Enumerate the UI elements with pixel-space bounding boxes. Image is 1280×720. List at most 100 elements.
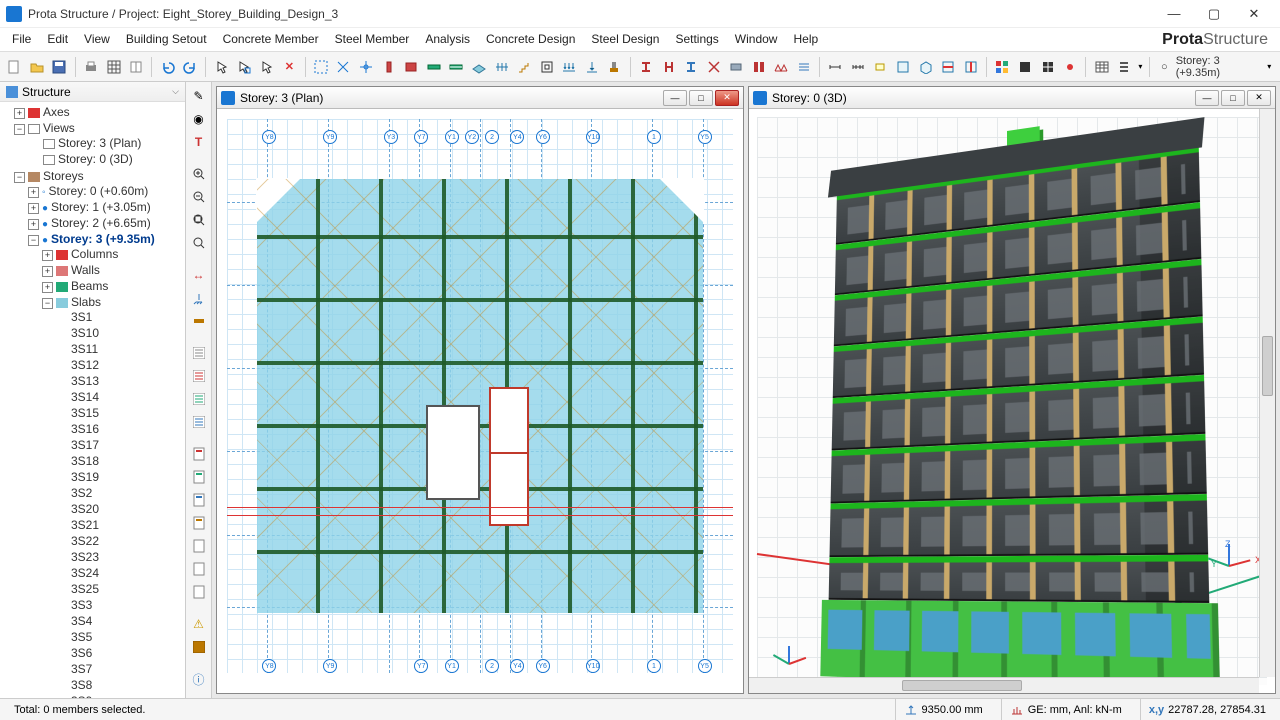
tree-slab-item[interactable]: 3S13 (56, 373, 185, 389)
tree-beams[interactable]: +Beams (42, 278, 185, 294)
vis1-icon[interactable] (1015, 56, 1036, 78)
steel-brace-icon[interactable] (703, 56, 724, 78)
layers-icon[interactable] (992, 56, 1013, 78)
tree-slab-item[interactable]: 3S16 (56, 421, 185, 437)
tree-slab-item[interactable]: 3S14 (56, 389, 185, 405)
report3-icon[interactable] (189, 490, 209, 510)
beam2-icon[interactable] (446, 56, 467, 78)
tree-slab-item[interactable]: 3S6 (56, 645, 185, 661)
chevron-down-icon[interactable]: ⌵ (172, 86, 179, 97)
report1-icon[interactable] (189, 444, 209, 464)
list2-icon[interactable] (189, 366, 209, 386)
dim2-icon[interactable] (848, 56, 869, 78)
print-icon[interactable] (81, 56, 102, 78)
plan-close-button[interactable]: ✕ (715, 90, 739, 106)
menu-building-setout[interactable]: Building Setout (118, 28, 215, 51)
3d-hscrollbar[interactable] (749, 677, 1259, 693)
column-icon[interactable] (378, 56, 399, 78)
book-icon[interactable] (126, 56, 147, 78)
tree-storey-item[interactable]: +◦Storey: 0 (+0.60m) (28, 183, 185, 199)
menu-view[interactable]: View (76, 28, 118, 51)
save-icon[interactable] (49, 56, 70, 78)
menu-concrete-design[interactable]: Concrete Design (478, 28, 583, 51)
3d-view-titlebar[interactable]: Storey: 0 (3D) — □ ✕ (749, 87, 1275, 109)
section-icon[interactable] (938, 56, 959, 78)
3d-close-button[interactable]: ✕ (1247, 90, 1271, 106)
tree-slab-item[interactable]: 3S5 (56, 629, 185, 645)
3d-view-canvas[interactable]: X Y Z (749, 109, 1275, 693)
support-icon[interactable] (189, 288, 209, 308)
3d-min-button[interactable]: — (1195, 90, 1219, 106)
label-icon[interactable] (870, 56, 891, 78)
tree-slab-item[interactable]: 3S20 (56, 501, 185, 517)
tree-slab-item[interactable]: 3S9 (56, 693, 185, 698)
tree-slab-item[interactable]: 3S22 (56, 533, 185, 549)
elev-icon[interactable] (961, 56, 982, 78)
pencil-icon[interactable]: ✎ (189, 86, 209, 106)
zoom-window-icon[interactable] (189, 233, 209, 253)
menu-concrete-member[interactable]: Concrete Member (215, 28, 327, 51)
compass-icon[interactable]: ◉ (189, 109, 209, 129)
open-icon[interactable] (27, 56, 48, 78)
axis-icon[interactable] (311, 56, 332, 78)
minimize-button[interactable]: — (1154, 1, 1194, 27)
steel-i-icon[interactable] (636, 56, 657, 78)
menu-steel-member[interactable]: Steel Member (327, 28, 418, 51)
tree-slab-item[interactable]: 3S7 (56, 661, 185, 677)
menu-edit[interactable]: Edit (39, 28, 76, 51)
menu-settings[interactable]: Settings (667, 28, 726, 51)
list4-icon[interactable] (189, 412, 209, 432)
report4-icon[interactable] (189, 513, 209, 533)
cancel-icon[interactable]: ✕ (279, 56, 300, 78)
cursor-alt-icon[interactable] (257, 56, 278, 78)
grid-icon[interactable] (103, 56, 124, 78)
tree-view-item[interactable]: Storey: 3 (Plan) (28, 135, 185, 151)
steel-purlin-icon[interactable] (794, 56, 815, 78)
steel-i2-icon[interactable] (681, 56, 702, 78)
tree-slab-item[interactable]: 3S15 (56, 405, 185, 421)
vis2-icon[interactable] (1037, 56, 1058, 78)
menu-help[interactable]: Help (785, 28, 826, 51)
undo-icon[interactable] (157, 56, 178, 78)
point-load-icon[interactable] (582, 56, 603, 78)
new-icon[interactable] (4, 56, 25, 78)
tree-header[interactable]: Structure ⌵ (0, 82, 185, 102)
beam-icon[interactable] (424, 56, 445, 78)
redo-icon[interactable] (180, 56, 201, 78)
axis2-icon[interactable] (333, 56, 354, 78)
steel-conn-icon[interactable] (749, 56, 770, 78)
list1-icon[interactable] (189, 343, 209, 363)
menu-analysis[interactable]: Analysis (417, 28, 478, 51)
view-plan-icon[interactable] (893, 56, 914, 78)
list-icon[interactable] (1114, 56, 1135, 78)
ribbed-icon[interactable] (491, 56, 512, 78)
measure-icon[interactable]: ↔ (189, 265, 209, 285)
cursor-icon[interactable] (211, 56, 232, 78)
settings-icon[interactable] (189, 637, 209, 657)
steel-h-icon[interactable] (658, 56, 679, 78)
tree-slab-item[interactable]: 3S2 (56, 485, 185, 501)
menu-file[interactable]: File (4, 28, 39, 51)
vis3-icon[interactable] (1060, 56, 1081, 78)
text-icon[interactable]: T (189, 132, 209, 152)
dropdown-icon[interactable]: ▾ (1137, 56, 1145, 78)
warn-icon[interactable]: ⚠ (189, 614, 209, 634)
tree-slab-item[interactable]: 3S23 (56, 549, 185, 565)
stair-icon[interactable] (514, 56, 535, 78)
zoom-fit-icon[interactable] (189, 210, 209, 230)
load-icon[interactable] (559, 56, 580, 78)
table-icon[interactable] (1091, 56, 1112, 78)
tree-body[interactable]: +Axes −Views Storey: 3 (Plan) Storey: 0 … (0, 102, 185, 698)
tree-slab-item[interactable]: 3S8 (56, 677, 185, 693)
report7-icon[interactable] (189, 582, 209, 602)
tree-views[interactable]: −Views Storey: 3 (Plan) Storey: 0 (3D) (14, 120, 185, 168)
close-button[interactable]: ✕ (1234, 1, 1274, 27)
tree-slab-item[interactable]: 3S12 (56, 357, 185, 373)
zoom-in-icon[interactable] (189, 164, 209, 184)
tree-storey-item[interactable]: +●Storey: 1 (+3.05m) (28, 199, 185, 215)
plan-view-titlebar[interactable]: Storey: 3 (Plan) — □ ✕ (217, 87, 743, 109)
slab-icon[interactable] (469, 56, 490, 78)
cursor-select-icon[interactable] (234, 56, 255, 78)
menu-window[interactable]: Window (727, 28, 786, 51)
storey-dropdown-icon[interactable]: ▾ (1263, 56, 1276, 78)
